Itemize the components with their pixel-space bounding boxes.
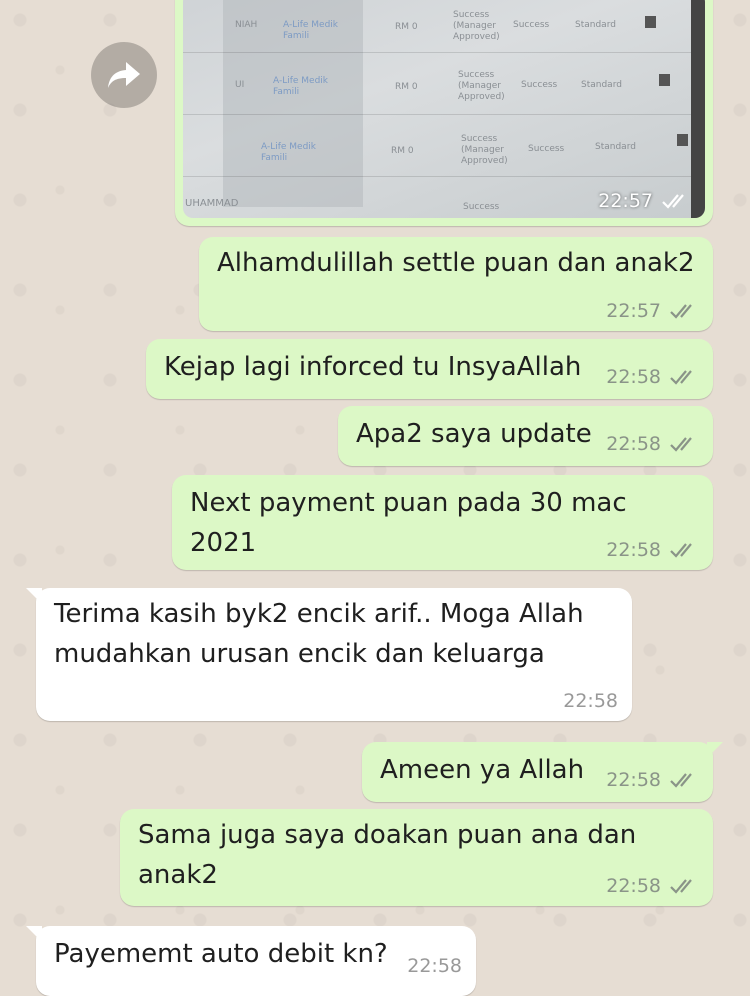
screenshot-image[interactable]: NIAH A-Life Medik Famili RM 0 Success (M… xyxy=(183,0,705,218)
outgoing-message[interactable]: Kejap lagi inforced tu InsyaAllah 22:58 xyxy=(146,339,713,399)
message-meta: 22:58 xyxy=(606,432,699,456)
message-text: Payememt auto debit kn? xyxy=(54,939,388,969)
message-time: 22:58 xyxy=(606,769,661,791)
message-meta: 22:58 xyxy=(606,365,699,389)
image-message-meta: 22:57 xyxy=(598,190,691,212)
image-table-row: NIAH A-Life Medik Famili RM 0 Success (M… xyxy=(183,0,705,53)
message-time: 22:58 xyxy=(563,690,618,712)
message-time: 22:58 xyxy=(606,433,661,455)
incoming-message[interactable]: Payememt auto debit kn? 22:58 xyxy=(26,926,476,996)
incoming-message[interactable]: Terima kasih byk2 encik arif.. Moga Alla… xyxy=(26,588,632,721)
image-message[interactable]: NIAH A-Life Medik Famili RM 0 Success (M… xyxy=(175,0,713,226)
double-check-icon xyxy=(670,437,692,452)
message-time: 22:58 xyxy=(606,366,661,388)
bubble-tail xyxy=(26,588,42,604)
message-meta: 22:58 xyxy=(606,768,699,792)
document-icon xyxy=(677,134,688,146)
message-text: Terima kasih byk2 encik arif.. Moga Alla… xyxy=(54,599,584,669)
outgoing-message[interactable]: Next payment puan pada 30 mac 2021 22:58 xyxy=(172,475,713,570)
outgoing-message[interactable]: Apa2 saya update 22:58 xyxy=(338,406,713,466)
document-icon xyxy=(645,16,656,28)
outgoing-message[interactable]: Alhamdulillah settle puan dan anak2 22:5… xyxy=(199,237,713,331)
message-time: 22:58 xyxy=(606,539,661,561)
image-dark-edge xyxy=(691,0,705,218)
double-check-icon xyxy=(670,543,692,558)
outgoing-message[interactable]: Ameen ya Allah 22:58 xyxy=(362,742,723,802)
double-check-icon xyxy=(670,773,692,788)
document-icon xyxy=(659,74,670,86)
message-time: 22:58 xyxy=(407,955,462,977)
forward-arrow-icon xyxy=(108,62,140,88)
image-table-row: UI A-Life Medik Famili RM 0 Success (Man… xyxy=(183,54,705,115)
message-meta: 22:58 xyxy=(563,689,618,713)
image-table-row: A-Life Medik Famili RM 0 Success (Manage… xyxy=(183,116,705,177)
message-time: 22:58 xyxy=(606,875,661,897)
forward-button[interactable] xyxy=(91,42,157,108)
message-meta: 22:58 xyxy=(606,538,699,562)
double-check-icon xyxy=(670,370,692,385)
message-text: Alhamdulillah settle puan dan anak2 xyxy=(217,248,695,278)
outgoing-message[interactable]: Sama juga saya doakan puan ana dan anak2… xyxy=(120,809,713,906)
double-check-icon xyxy=(670,304,692,319)
bubble-tail xyxy=(26,926,42,942)
message-time: 22:57 xyxy=(598,190,653,212)
message-meta: 22:57 xyxy=(606,299,699,323)
double-check-icon xyxy=(670,879,692,894)
double-check-icon xyxy=(662,194,684,209)
message-meta: 22:58 xyxy=(606,874,699,898)
message-time: 22:57 xyxy=(606,300,661,322)
bubble-tail xyxy=(707,742,723,758)
message-meta: 22:58 xyxy=(407,954,462,978)
